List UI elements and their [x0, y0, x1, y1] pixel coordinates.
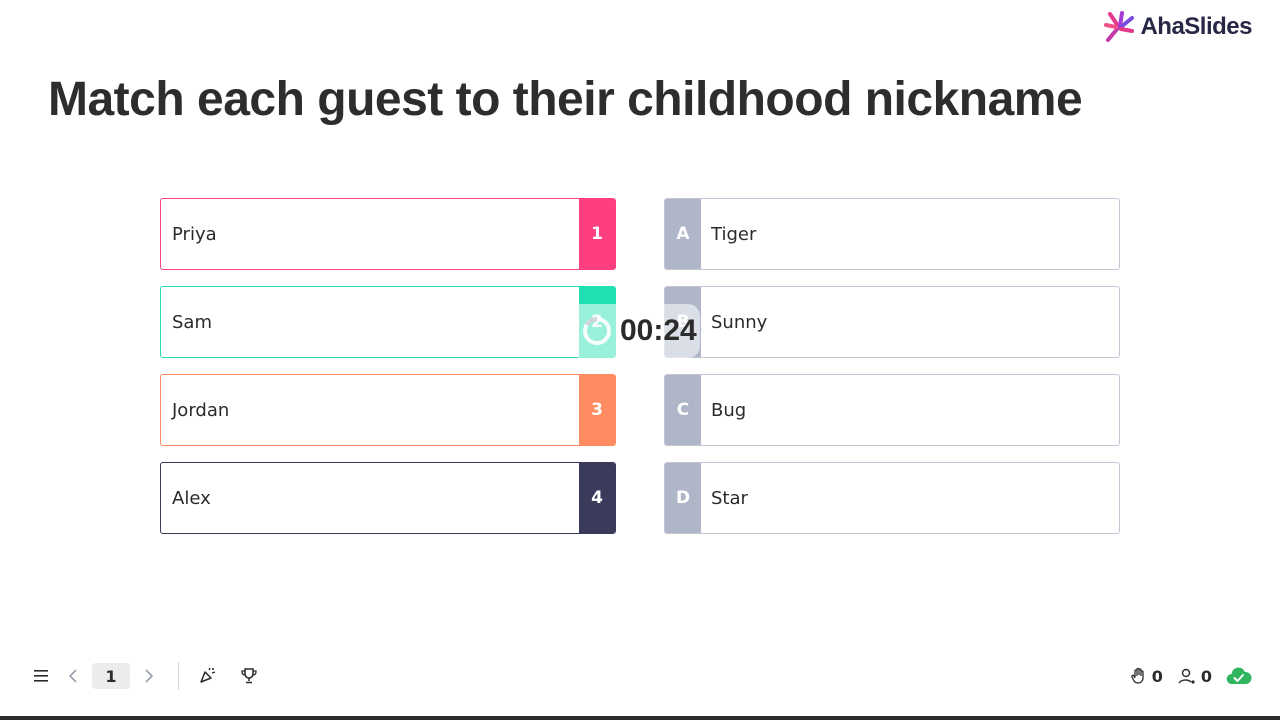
participants-stat[interactable]: 0	[1177, 667, 1212, 686]
prev-slide-button[interactable]	[54, 660, 92, 692]
presenter-controls: 1	[28, 660, 275, 692]
right-item-label: Tiger	[711, 223, 757, 245]
next-slide-button[interactable]	[130, 660, 168, 692]
slide-title: Match each guest to their childhood nick…	[48, 73, 1083, 126]
trophy-icon	[241, 668, 257, 684]
chevron-left-icon	[68, 669, 77, 683]
page-number[interactable]: 1	[92, 663, 130, 689]
cloud-check-icon	[1226, 667, 1252, 685]
participants-count: 0	[1200, 666, 1212, 686]
reactions-button[interactable]	[191, 660, 223, 692]
menu-button[interactable]	[28, 660, 54, 692]
right-items-column: A Tiger B Sunny C Bug D Star	[664, 198, 1120, 534]
timer-ring-icon	[578, 304, 616, 358]
right-item-label: Sunny	[711, 311, 768, 333]
leaderboard-button[interactable]	[233, 660, 265, 692]
left-item-2[interactable]: Sam 2	[160, 286, 616, 358]
right-item-badge: D	[665, 463, 701, 533]
right-item-a[interactable]: A Tiger	[664, 198, 1120, 270]
left-items-column: Priya 1 Sam 2 Jordan 3 Alex 4	[160, 198, 616, 534]
left-item-badge: 1	[579, 199, 615, 269]
right-item-b[interactable]: B Sunny	[664, 286, 1120, 358]
right-item-badge: A	[665, 199, 701, 269]
right-item-d[interactable]: D Star	[664, 462, 1120, 534]
hand-icon	[1131, 667, 1144, 684]
participants-icon	[1178, 668, 1195, 684]
chevron-right-icon	[145, 669, 154, 683]
sync-status[interactable]	[1226, 666, 1252, 686]
left-item-label: Sam	[172, 311, 212, 333]
left-item-1[interactable]: Priya 1	[160, 198, 616, 270]
right-item-badge: C	[665, 375, 701, 445]
confetti-icon	[200, 667, 216, 683]
left-item-badge: 3	[579, 375, 615, 445]
brand-name: AhaSlides	[1140, 13, 1252, 40]
bottom-edge-bar	[0, 716, 1280, 720]
timer-value: 00:24	[620, 314, 697, 347]
left-item-4[interactable]: Alex 4	[160, 462, 616, 534]
menu-icon	[34, 670, 48, 682]
left-item-label: Jordan	[172, 399, 230, 421]
left-item-badge: 4	[579, 463, 615, 533]
brand-logo: AhaSlides	[1104, 10, 1252, 44]
left-item-label: Priya	[172, 223, 217, 245]
raised-hands-count: 0	[1151, 666, 1163, 686]
countdown-timer: 00:24	[578, 304, 700, 358]
ahaslides-logo-icon	[1104, 11, 1135, 42]
session-stats: 0 0	[1130, 662, 1252, 690]
left-item-label: Alex	[172, 487, 211, 509]
right-item-label: Bug	[711, 399, 747, 421]
raised-hands-stat[interactable]: 0	[1130, 667, 1163, 686]
controls-divider	[178, 662, 179, 690]
right-item-c[interactable]: C Bug	[664, 374, 1120, 446]
left-item-3[interactable]: Jordan 3	[160, 374, 616, 446]
right-item-label: Star	[711, 487, 748, 509]
